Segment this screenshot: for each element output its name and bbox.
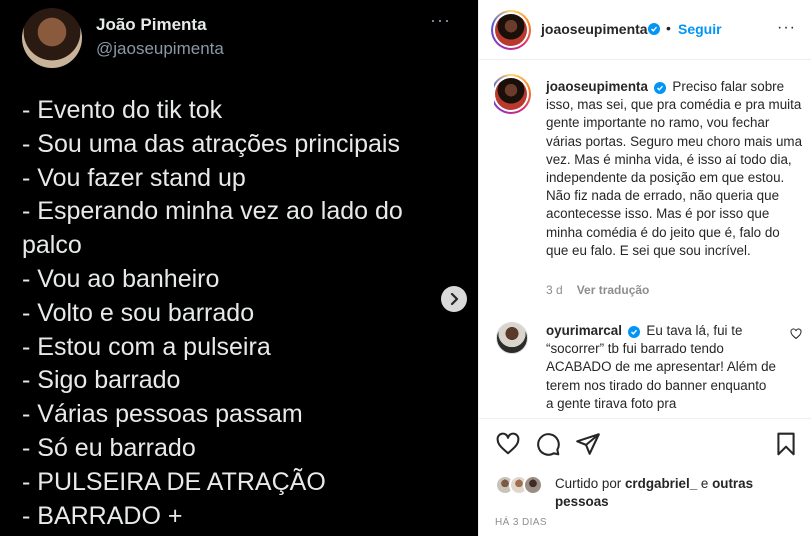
caption-body: Preciso falar sobre isso, mas sei, que p… <box>546 79 803 258</box>
comments-area: joaoseupimenta Preciso falar sobre isso,… <box>494 72 804 418</box>
liker-avatar[interactable] <box>523 475 543 495</box>
tweet-line: palco <box>22 231 82 260</box>
post-header: joaoseupimenta • Seguir ··· <box>479 0 811 60</box>
verified-icon <box>627 326 640 338</box>
comment-text: oyurimarcal Eu tava lá, fui te “socorrer… <box>546 322 776 413</box>
tweet-more-icon: ··· <box>430 10 451 30</box>
tweet-line: - Sigo barrado <box>22 366 181 395</box>
see-translation-button[interactable]: Ver tradução <box>577 283 650 297</box>
tweet-text: - Evento do tik tok - Sou uma das atraçõe… <box>22 94 468 533</box>
tweet-author-name: João Pimenta <box>96 15 207 34</box>
tweet-line: - Esperando minha vez ao lado do <box>22 197 403 226</box>
tweet-line: - Vou fazer stand up <box>22 163 246 192</box>
liked-by-prefix: Curtido por <box>555 476 622 491</box>
caption-meta: 3 d Ver tradução <box>546 283 649 297</box>
post-actions: Curtido por crdgabriel_ e outras pessoas… <box>479 418 811 536</box>
chevron-right-icon <box>450 293 459 305</box>
likes-summary: Curtido por crdgabriel_ e outras pessoas <box>495 475 805 509</box>
share-icon[interactable] <box>575 431 601 457</box>
liked-by-user[interactable]: crdgabriel_ <box>625 476 697 491</box>
caption-time: 3 d <box>546 283 563 297</box>
liked-by-text: Curtido por crdgabriel_ e outras pessoas <box>555 475 795 511</box>
header-username[interactable]: joaoseupimenta <box>541 21 648 37</box>
header-separator: • <box>666 20 671 36</box>
like-comment-icon[interactable] <box>790 328 802 340</box>
tweet-line: - Vou ao banheiro <box>22 264 220 293</box>
tweet-line: - Só eu barrado <box>22 433 196 462</box>
tweet-line: - BARRADO + <box>22 501 183 530</box>
tweet-line: - Sou uma das atrações principais <box>22 129 400 158</box>
tweet-line: - Volto e sou barrado <box>22 298 255 327</box>
comment-username[interactable]: oyurimarcal <box>546 323 622 338</box>
tweet-line: - Várias pessoas passam <box>22 400 303 429</box>
posted-ago: HÁ 3 DIAS <box>495 517 547 528</box>
verified-icon <box>653 82 666 94</box>
tweet-line: - PULSEIRA DE ATRAÇÃO <box>22 467 326 496</box>
caption-username[interactable]: joaoseupimenta <box>546 79 648 94</box>
tweet-avatar <box>22 8 82 68</box>
post-media: João Pimenta @jaoseupimenta ··· - Evento… <box>0 0 478 536</box>
more-options-icon[interactable]: ··· <box>777 19 796 37</box>
liked-by-conj: e <box>700 476 709 491</box>
caption-text: joaoseupimenta Preciso falar sobre isso,… <box>546 78 804 260</box>
comment-avatar[interactable] <box>496 322 528 354</box>
header-avatar[interactable] <box>491 10 531 50</box>
post-panel: joaoseupimenta • Seguir ··· joaoseupimen… <box>478 0 811 536</box>
tweet-author-handle: @jaoseupimenta <box>96 39 224 58</box>
follow-button[interactable]: Seguir <box>678 21 722 37</box>
next-media-button[interactable] <box>441 286 467 312</box>
verified-icon <box>648 23 660 35</box>
caption-avatar[interactable] <box>494 74 531 114</box>
tweet-line: - Estou com a pulseira <box>22 332 271 361</box>
save-icon[interactable] <box>773 431 799 457</box>
heart-icon[interactable] <box>495 431 521 457</box>
tweet-line: - Evento do tik tok <box>22 96 223 124</box>
comment-icon[interactable] <box>535 431 561 457</box>
